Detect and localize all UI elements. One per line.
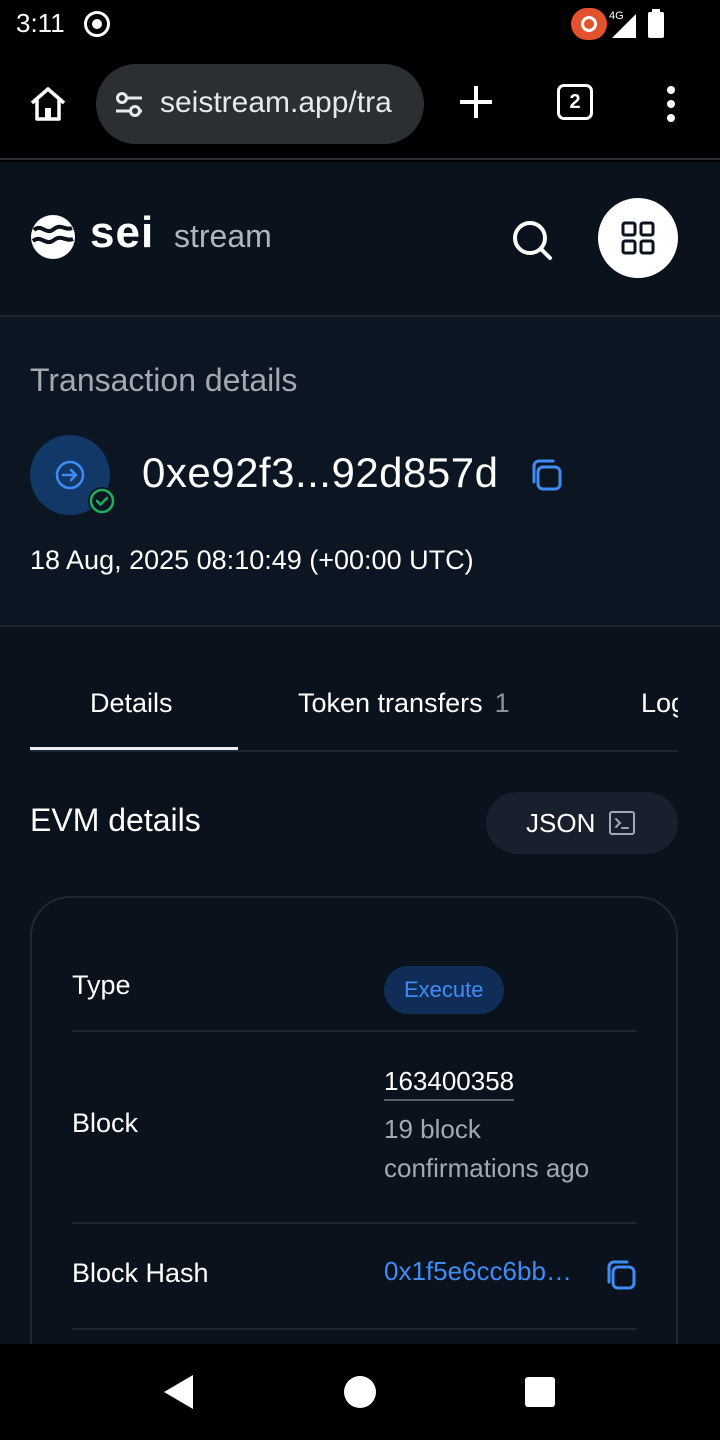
logo-subtext: stream (174, 218, 272, 254)
block-hash-label: Block Hash (72, 1258, 209, 1288)
detail-row-block: Block 163400358 19 block confirmations a… (72, 1032, 636, 1224)
system-navigation-bar (0, 1344, 720, 1440)
copy-icon[interactable] (528, 457, 564, 493)
site-settings-icon[interactable] (114, 91, 144, 117)
home-icon[interactable] (28, 86, 68, 122)
tab-logs[interactable]: Logs (641, 688, 678, 719)
type-label: Type (72, 970, 131, 1000)
home-circle-icon[interactable] (344, 1376, 376, 1408)
tab-switcher-button[interactable]: 2 (557, 84, 593, 120)
transaction-hash: 0xe92f3...92d857d (142, 449, 499, 496)
address-bar[interactable]: seistream.app/tra (96, 64, 424, 144)
browser-toolbar: seistream.app/tra 2 (0, 50, 720, 160)
grid-icon (621, 221, 655, 255)
detail-tabs: Details Token transfers 1 Logs (30, 662, 678, 752)
screen-record-icon (84, 11, 110, 37)
tab-token-transfers[interactable]: Token transfers 1 (298, 688, 510, 719)
tab-token-transfers-label: Token transfers (298, 688, 483, 718)
type-badge: Execute (384, 966, 504, 1014)
copy-icon[interactable] (604, 1258, 638, 1292)
site-header: sei stream (0, 162, 720, 317)
cast-icon (571, 8, 607, 40)
url-text[interactable]: seistream.app/tra (160, 86, 410, 120)
active-tab-indicator (30, 747, 238, 750)
block-confirmations: 19 block confirmations ago (384, 1114, 590, 1183)
recents-icon[interactable] (525, 1377, 555, 1407)
back-icon[interactable] (164, 1375, 193, 1409)
signal-icon (612, 14, 636, 38)
success-check-icon (88, 487, 116, 515)
status-time: 3:11 (16, 8, 65, 38)
browser-menu-icon[interactable] (664, 86, 678, 122)
search-icon[interactable] (500, 208, 564, 272)
logo-text: sei (90, 208, 155, 257)
transaction-summary: Transaction details 0xe92f3...92d857d 18… (0, 317, 720, 627)
arrow-right-icon (55, 460, 85, 490)
page-content: sei stream Transaction details 0xe92f3..… (0, 162, 720, 1344)
terminal-icon (609, 811, 635, 835)
new-tab-icon[interactable] (456, 82, 496, 122)
sei-logo-icon[interactable] (30, 214, 76, 260)
json-button-label: JSON (526, 808, 596, 838)
json-button[interactable]: JSON (486, 792, 678, 854)
block-label: Block (72, 1108, 139, 1138)
detail-row-block-hash: Block Hash 0x1f5e6cc6bb… (72, 1224, 636, 1330)
transaction-timestamp: 18 Aug, 2025 08:10:49 (+00:00 UTC) (30, 545, 474, 575)
block-number-link[interactable]: 163400358 (384, 1066, 515, 1101)
status-bar: 3:11 4G (0, 0, 720, 50)
battery-icon (648, 9, 664, 38)
apps-menu-button[interactable] (598, 198, 678, 278)
evm-details-card: Type Execute Block 163400358 19 block co… (30, 896, 678, 1344)
section-title: EVM details (30, 802, 201, 838)
tab-details[interactable]: Details (90, 688, 173, 719)
block-hash-link[interactable]: 0x1f5e6cc6bb… (384, 1256, 572, 1287)
tab-token-transfers-count: 1 (494, 688, 510, 718)
page-title: Transaction details (30, 362, 298, 398)
detail-row-type: Type Execute (72, 948, 636, 1032)
